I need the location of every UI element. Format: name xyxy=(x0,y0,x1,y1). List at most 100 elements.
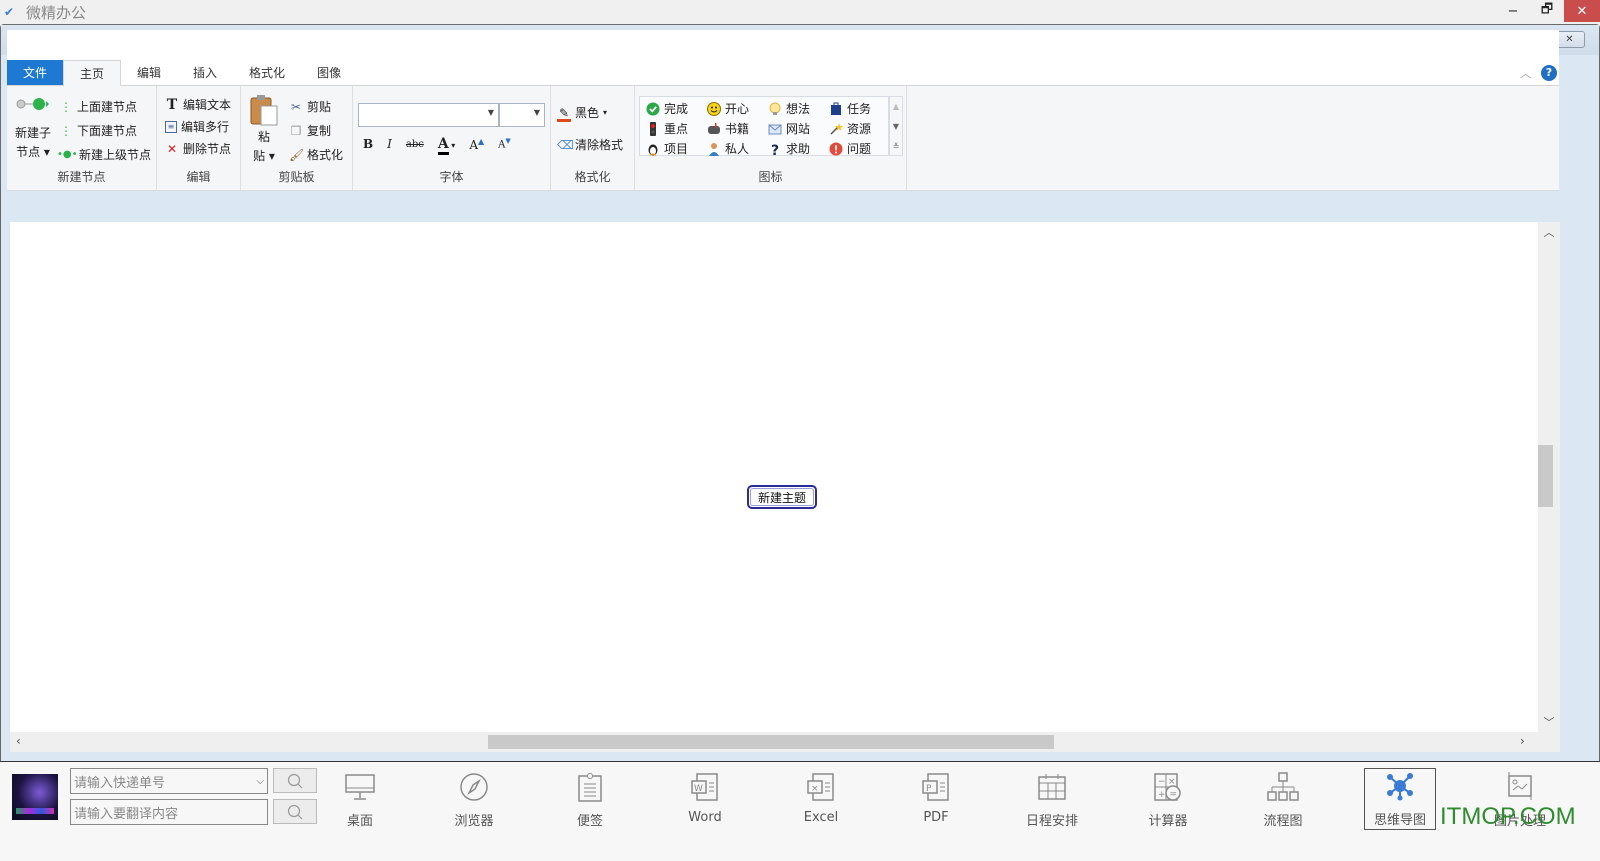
icon-gallery-item-question[interactable]: ? 求助 xyxy=(768,140,810,159)
check-icon xyxy=(646,102,660,116)
add-node-above-button[interactable]: ⋮ 上面建节点 xyxy=(59,98,137,115)
icon-gallery-item-exclamation[interactable]: 问题 xyxy=(829,140,871,157)
paste-button[interactable]: 粘 贴 ▾ xyxy=(249,94,279,164)
wallpaper-thumbnail[interactable] xyxy=(12,774,58,820)
app-notepad[interactable]: 便签 xyxy=(554,770,626,830)
vertical-scroll-thumb[interactable] xyxy=(1538,445,1553,507)
format-painter-icon: 🖌 xyxy=(289,147,305,162)
icon-gallery-item-lightbulb[interactable]: 想法 xyxy=(768,100,810,117)
scroll-left-icon[interactable]: ‹ xyxy=(16,734,21,748)
strikethrough-button[interactable]: abc xyxy=(406,139,424,150)
notepad-icon xyxy=(577,770,603,804)
edit-multiline-button[interactable]: ≡ 编辑多行 xyxy=(165,118,229,135)
icon-gallery-item-label: 网站 xyxy=(786,122,811,136)
tab-home[interactable]: 主页 xyxy=(63,60,122,86)
app-label: Excel xyxy=(803,810,839,825)
cut-button[interactable]: ✂ 剪贴 xyxy=(289,98,331,115)
icon-gallery-item-label: 书籍 xyxy=(725,122,750,136)
app-label: 计算器 xyxy=(1148,814,1188,829)
delete-node-button[interactable]: ✕ 删除节点 xyxy=(165,140,231,157)
copy-icon: ❐ xyxy=(290,123,302,138)
icon-gallery-item-smiley[interactable]: 开心 xyxy=(707,100,749,117)
tab-file[interactable]: 文件 xyxy=(7,60,63,85)
app-pdf[interactable]: P PDF xyxy=(900,770,972,830)
color-button[interactable]: ✎ 黑色 ▾ xyxy=(557,104,607,122)
icon-gallery-item-briefcase[interactable]: 任务 xyxy=(829,100,871,117)
help-icon[interactable]: ? xyxy=(1541,64,1557,81)
add-parent-node-button[interactable]: •●• 新建上级节点 xyxy=(57,146,151,163)
horizontal-scroll-thumb[interactable] xyxy=(488,735,1054,749)
tab-edit[interactable]: 编辑 xyxy=(121,60,177,85)
outer-close-button[interactable]: ✕ xyxy=(1564,0,1600,22)
gallery-expand-button[interactable]: ≚ xyxy=(890,137,902,157)
new-child-node-button[interactable]: 新建子 节点 ▾ xyxy=(15,96,51,160)
font-name-select[interactable]: ▼ xyxy=(358,103,499,127)
group-format: ✎ 黑色 ▾ ⌫ 清除格式 格式化 xyxy=(551,86,635,191)
bold-button[interactable]: B xyxy=(363,137,373,151)
outer-minimize-button[interactable]: − xyxy=(1496,0,1530,22)
tracking-number-placeholder: 请输入快递单号 xyxy=(74,775,166,791)
central-topic-node[interactable]: 新建主题 xyxy=(747,485,817,509)
app-flowchart[interactable]: 流程图 xyxy=(1247,770,1319,830)
app-label: 便签 xyxy=(576,814,603,829)
font-size-select[interactable]: ▼ xyxy=(499,103,545,127)
shrink-font-button[interactable]: A▼ xyxy=(498,137,511,150)
tracking-search-button[interactable] xyxy=(273,768,317,793)
clear-format-button[interactable]: ⌫ 清除格式 xyxy=(557,136,623,153)
penguin-icon xyxy=(646,142,660,156)
edit-text-button[interactable]: T 编辑文本 xyxy=(165,96,231,113)
italic-button[interactable]: I xyxy=(387,137,392,151)
vertical-scrollbar[interactable]: ︿ ﹀ xyxy=(1538,222,1560,732)
app-excel[interactable]: × Excel xyxy=(785,770,857,830)
gallery-scroll-down-button[interactable]: ▼ xyxy=(890,117,902,137)
scroll-right-icon[interactable]: › xyxy=(1520,734,1525,748)
tab-image[interactable]: 图像 xyxy=(301,60,357,85)
tab-format[interactable]: 格式化 xyxy=(233,60,301,85)
app-word[interactable]: W Word xyxy=(669,770,741,830)
edit-multiline-label: 编辑多行 xyxy=(181,120,230,134)
add-node-below-button[interactable]: ⋮ 下面建节点 xyxy=(59,122,137,139)
app-compass[interactable]: 浏览器 xyxy=(438,770,510,830)
app-logo-icon: ✔ xyxy=(4,5,15,19)
translate-search-button[interactable] xyxy=(273,799,317,824)
grow-font-button[interactable]: A▲ xyxy=(469,137,484,152)
tracking-number-input[interactable]: 请输入快递单号 ⌵ xyxy=(70,768,268,794)
add-parent-node-label: 新建上级节点 xyxy=(79,148,152,162)
tab-insert[interactable]: 插入 xyxy=(177,60,233,85)
flowchart-icon xyxy=(1267,770,1299,804)
icon-gallery-item-check[interactable]: 完成 xyxy=(646,100,688,117)
font-color-button[interactable]: A ▾ xyxy=(437,136,455,155)
app-calculator[interactable]: − × + = 计算器 xyxy=(1132,770,1204,830)
image-crop-icon xyxy=(1505,770,1535,804)
chevron-down-icon[interactable]: ⌵ xyxy=(256,776,264,787)
search-icon xyxy=(287,804,303,819)
smiley-icon xyxy=(707,101,721,116)
outer-restore-button[interactable]: 🗗 xyxy=(1530,0,1564,22)
icon-gallery-item-traffic-light[interactable]: 重点 xyxy=(646,120,688,137)
copy-button[interactable]: ❐ 复制 xyxy=(289,122,331,139)
app-monitor[interactable]: 桌面 xyxy=(324,770,396,830)
scroll-up-icon[interactable]: ︿ xyxy=(1538,224,1560,240)
mailbox-icon xyxy=(707,122,721,136)
scissors-icon: ✂ xyxy=(290,99,302,114)
icon-gallery-item-envelope[interactable]: 网站 xyxy=(768,120,810,137)
scroll-down-icon[interactable]: ﹀ xyxy=(1538,714,1560,730)
translate-input[interactable]: 请输入要翻译内容 xyxy=(70,799,268,825)
icon-gallery-item-magic-wand[interactable]: 资源 xyxy=(829,120,871,137)
horizontal-scrollbar[interactable]: ‹ › xyxy=(10,732,1560,752)
format-painter-button[interactable]: 🖌 格式化 xyxy=(289,146,343,163)
calendar-icon xyxy=(1037,770,1067,804)
add-node-below-label: 下面建节点 xyxy=(77,124,138,138)
mindmap-canvas[interactable] xyxy=(10,222,1538,732)
icon-gallery-item-person[interactable]: 私人 xyxy=(707,140,749,157)
app-calendar[interactable]: 日程安排 xyxy=(1016,770,1088,830)
icon-gallery-item-mailbox[interactable]: 书籍 xyxy=(707,120,749,137)
gallery-scroll-up-button[interactable]: ▲ xyxy=(890,97,902,117)
app-mindmap[interactable]: 思维导图 xyxy=(1364,768,1436,830)
app-label: 桌面 xyxy=(346,814,373,829)
new-child-node-icon xyxy=(16,98,49,110)
icon-gallery-item-penguin[interactable]: 项目 xyxy=(646,140,688,157)
icon-gallery-item-label: 想法 xyxy=(786,102,811,116)
delete-icon: ✕ xyxy=(166,141,178,156)
collapse-ribbon-icon[interactable]: ︿ xyxy=(1520,65,1531,81)
